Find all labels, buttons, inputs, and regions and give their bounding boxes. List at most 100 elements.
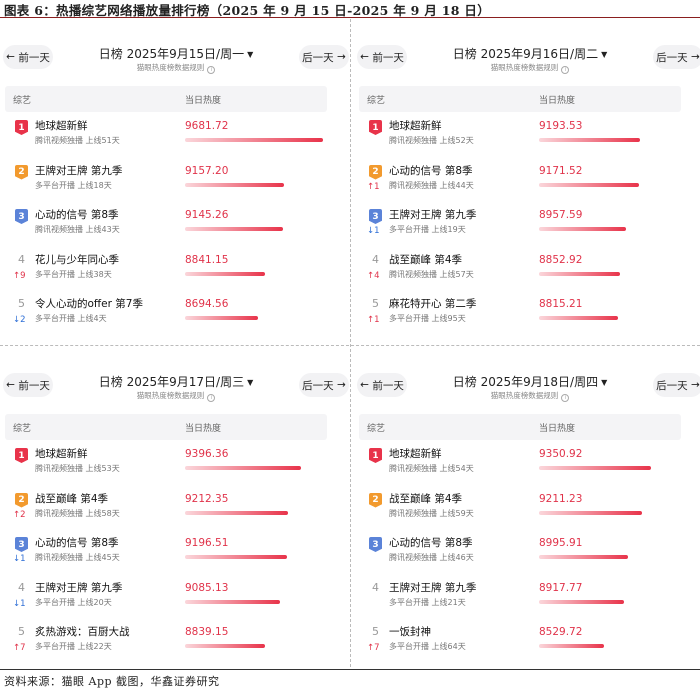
ranking-row[interactable]: 1 地球超新鲜 腾讯视频独播 上线51天 9681.72: [5, 114, 329, 158]
rank-badge: 2: [15, 492, 28, 508]
rank-badge: 3: [15, 537, 28, 552]
ranking-row[interactable]: 4 ↑4 战至巅峰 第4季 腾讯视频独播 上线57天 8852.92: [359, 248, 683, 292]
show-platform-info: 腾讯视频独播 上线57天: [389, 269, 474, 279]
data-rules-link[interactable]: 猫眼热度榜数据规则 i: [3, 390, 349, 402]
show-platform-info: 腾讯视频独播 上线51天: [35, 136, 120, 145]
heat-bar: [539, 510, 642, 515]
show-platform-info: 多平台开播 上线18天: [35, 180, 112, 190]
table-header: 综艺 当日热度: [5, 414, 327, 440]
show-platform-info: 腾讯视频独播 上线52天: [389, 136, 474, 145]
heat-value: 9681.72: [185, 120, 229, 132]
ranking-row[interactable]: 3 心动的信号 第8季 腾讯视频独播 上线43天 9145.26: [5, 203, 329, 247]
ranking-row[interactable]: 4 ↑9 花儿与少年同心季 多平台开播 上线38天 8841.15: [5, 248, 329, 292]
heat-bar: [185, 555, 287, 559]
heat-bar: [539, 466, 651, 470]
caret-down-icon: ▼: [601, 378, 608, 387]
ranking-row[interactable]: 3 心动的信号 第8季 腾讯视频独播 上线46天 8995.91: [359, 531, 683, 575]
data-rules-link[interactable]: 猫眼热度榜数据规则 i: [357, 390, 700, 402]
rank-change: ↑4: [367, 270, 380, 281]
rank-change: ↑1: [367, 181, 380, 192]
show-name: 地球超新鲜: [35, 120, 88, 132]
source-footer: 资料来源：猫眼 App 截图，华鑫证券研究: [4, 675, 220, 688]
ranking-row[interactable]: 5 ↓2 令人心动的offer 第7季 多平台开播 上线4天 8694.56: [5, 292, 329, 336]
ranking-row[interactable]: 2 战至巅峰 第4季 腾讯视频独播 上线59天 9211.23: [359, 487, 683, 531]
heat-value: 8957.59: [539, 209, 583, 221]
caret-down-icon: ▼: [247, 50, 254, 59]
show-platform-info: 腾讯视频独播 上线43天: [35, 225, 120, 234]
rank-badge: 3: [369, 209, 382, 224]
show-platform-info: 多平台开播 上线38天: [35, 269, 112, 279]
table-header: 综艺 当日热度: [359, 414, 681, 440]
heat-value: 8529.72: [539, 626, 583, 638]
show-name: 战至巅峰 第4季: [389, 253, 463, 266]
rank-change: ↑2: [13, 509, 26, 520]
figure-title: 图表 6：热播综艺网络播放量排行榜（2025 年 9 月 15 日-2025 年…: [4, 3, 491, 18]
date-selector[interactable]: 日榜 2025年9月15日/周一 ▼: [3, 45, 349, 62]
show-name: 王牌对王牌 第九季: [389, 209, 477, 221]
show-name: 一饭封神: [389, 626, 431, 638]
date-prefix: 日榜: [98, 47, 123, 61]
heat-bar: [185, 316, 258, 320]
rank-change: ↑1: [367, 315, 380, 325]
heat-value: 9157.20: [185, 164, 229, 177]
heat-bar: [539, 271, 620, 276]
rank-badge: 2: [15, 164, 28, 180]
heat-value: 8917.77: [539, 581, 583, 594]
heat-value: 8995.91: [539, 537, 583, 549]
show-name: 王牌对王牌 第九季: [35, 581, 123, 594]
ranking-row[interactable]: 1 地球超新鲜 腾讯视频独播 上线52天 9193.53: [359, 114, 683, 158]
date-prefix: 日榜: [452, 47, 477, 61]
rank-number: 5: [18, 297, 25, 310]
date-text: 2025年9月15日/周一: [126, 47, 245, 61]
data-rules-link[interactable]: 猫眼热度榜数据规则 i: [357, 62, 700, 74]
show-platform-info: 腾讯视频独播 上线53天: [35, 464, 120, 473]
date-selector[interactable]: 日榜 2025年9月16日/周二 ▼: [357, 45, 700, 62]
heat-bar: [185, 227, 283, 231]
ranking-row[interactable]: 4 王牌对王牌 第九季 多平台开播 上线21天 8917.77: [359, 576, 683, 620]
show-platform-info: 多平台开播 上线4天: [35, 314, 107, 323]
date-prefix: 日榜: [98, 375, 123, 389]
show-platform-info: 腾讯视频独播 上线54天: [389, 464, 474, 473]
date-selector[interactable]: 日榜 2025年9月17日/周三 ▼: [3, 373, 349, 390]
rank-number: 5: [372, 297, 379, 310]
show-name: 炙热游戏：百厨大战: [35, 626, 130, 638]
data-rules-label: 猫眼热度榜数据规则: [490, 63, 559, 72]
show-name: 战至巅峰 第4季: [35, 492, 109, 505]
ranking-row[interactable]: 2 ↑2 战至巅峰 第4季 腾讯视频独播 上线58天 9212.35: [5, 487, 329, 531]
heat-value: 9193.53: [539, 120, 583, 132]
heat-bar: [185, 138, 323, 142]
ranking-panel: 日榜 2025年9月16日/周二 ▼ ← 前一天 后一天 → 猫眼热度榜数据规则 i…: [357, 45, 700, 369]
heat-value: 9085.13: [185, 581, 229, 594]
show-name: 心动的信号 第8季: [35, 537, 119, 549]
ranking-row[interactable]: 4 ↓1 王牌对王牌 第九季 多平台开播 上线20天 9085.13: [5, 576, 329, 620]
ranking-row[interactable]: 2 ↑1 心动的信号 第8季 腾讯视频独播 上线44天 9171.52: [359, 159, 683, 203]
ranking-row[interactable]: 3 ↓1 王牌对王牌 第九季 多平台开播 上线19天 8957.59: [359, 203, 683, 247]
show-name: 花儿与少年同心季: [35, 253, 119, 266]
show-platform-info: 多平台开播 上线19天: [389, 225, 466, 234]
ranking-row[interactable]: 3 ↓1 心动的信号 第8季 腾讯视频独播 上线45天 9196.51: [5, 531, 329, 575]
ranking-row[interactable]: 1 地球超新鲜 腾讯视频独播 上线54天 9350.92: [359, 442, 683, 486]
caret-down-icon: ▼: [601, 50, 608, 59]
ranking-row[interactable]: 2 王牌对王牌 第九季 多平台开播 上线18天 9157.20: [5, 159, 329, 203]
heat-value: 9145.26: [185, 209, 229, 221]
show-platform-info: 腾讯视频独播 上线44天: [389, 180, 474, 190]
ranking-row[interactable]: 5 ↑7 一饭封神 多平台开播 上线64天 8529.72: [359, 620, 683, 664]
ranking-row[interactable]: 1 地球超新鲜 腾讯视频独播 上线53天 9396.36: [5, 442, 329, 486]
rank-badge: 1: [369, 120, 382, 135]
rank-change: ↑7: [13, 643, 26, 653]
data-rules-link[interactable]: 猫眼热度榜数据规则 i: [3, 62, 349, 74]
ranking-row[interactable]: 5 ↑1 麻花特开心 第二季 多平台开播 上线95天 8815.21: [359, 292, 683, 336]
data-rules-label: 猫眼热度榜数据规则: [490, 391, 559, 400]
show-platform-info: 多平台开播 上线64天: [389, 642, 466, 651]
heat-bar: [539, 138, 640, 142]
column-header-heat: 当日热度: [539, 96, 576, 106]
date-selector[interactable]: 日榜 2025年9月18日/周四 ▼: [357, 373, 700, 390]
date-text: 2025年9月16日/周二: [480, 47, 599, 61]
ranking-row[interactable]: 5 ↑7 炙热游戏：百厨大战 多平台开播 上线22天 8839.15: [5, 620, 329, 664]
table-header: 综艺 当日热度: [5, 86, 327, 112]
show-platform-info: 多平台开播 上线20天: [35, 597, 112, 607]
rank-number: 5: [18, 625, 25, 638]
heat-bar: [185, 182, 284, 187]
show-name: 地球超新鲜: [389, 120, 442, 132]
heat-value: 9212.35: [185, 492, 229, 505]
